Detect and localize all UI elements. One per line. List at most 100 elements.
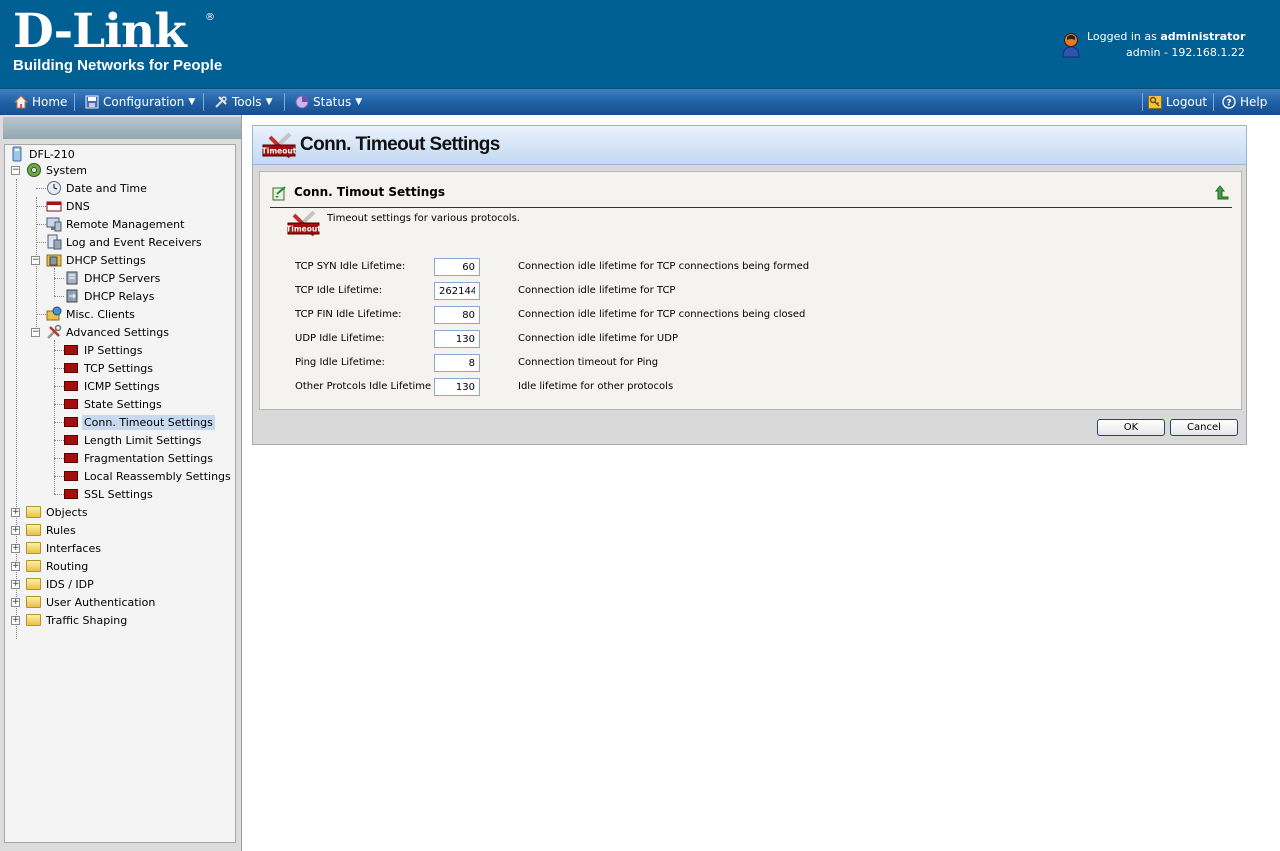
edit-icon (272, 186, 286, 201)
content-body: Conn. Timout Settings Timeout Timeout se… (252, 165, 1247, 445)
menu-status[interactable]: Status ▼ (295, 89, 362, 115)
tree-item-label: DHCP Relays (84, 289, 155, 303)
expand-icon[interactable]: + (11, 526, 20, 535)
panel-description: Timeout settings for various protocols. (327, 213, 520, 224)
tree-item-misc-clients[interactable]: Misc. Clients (46, 305, 137, 323)
tree-item-icmp-settings[interactable]: ICMP Settings (64, 377, 162, 395)
tcp-idle-lifetime-input[interactable] (434, 282, 480, 300)
ping-idle-lifetime-input[interactable] (434, 354, 480, 372)
header: D-Link ® Building Networks for People Lo… (0, 0, 1280, 89)
dlink-logo: D-Link (13, 4, 187, 59)
registered-mark: ® (205, 12, 215, 23)
field-description: Connection timeout for Ping (518, 357, 659, 368)
collapse-icon[interactable]: − (11, 166, 20, 175)
tcp-syn-idle-lifetime-input[interactable] (434, 258, 480, 276)
menu-logout[interactable]: Logout (1148, 89, 1207, 115)
tree-item-dhcp-servers[interactable]: DHCP Servers (64, 269, 162, 287)
tree-item-date-time[interactable]: Date and Time (46, 179, 149, 197)
tree-item-label: Interfaces (46, 541, 101, 555)
expand-icon[interactable]: + (11, 580, 20, 589)
tree-item-user-authentication[interactable]: User Authentication (26, 593, 157, 611)
tree-item-label: Rules (46, 523, 76, 537)
panel-title: Conn. Timout Settings (294, 185, 446, 199)
tree-item-label: DHCP Settings (66, 253, 146, 267)
menu-configuration[interactable]: Configuration ▼ (85, 89, 195, 115)
tree-item-label: Traffic Shaping (46, 613, 128, 627)
tree-item-routing[interactable]: Routing (26, 557, 90, 575)
tree-item-label: Log and Event Receivers (66, 235, 202, 249)
tree-item-label: User Authentication (46, 595, 156, 609)
tree-item-ids-idp[interactable]: IDS / IDP (26, 575, 96, 593)
tree-item-dns[interactable]: DNS (46, 197, 92, 215)
field-label: TCP SYN Idle Lifetime: (295, 261, 406, 272)
menu-tools[interactable]: Tools ▼ (214, 89, 272, 115)
menu-help[interactable]: ? Help (1222, 89, 1267, 115)
tree-item-state-settings[interactable]: State Settings (64, 395, 164, 413)
gear-icon (27, 163, 41, 177)
ids-icon (26, 576, 42, 592)
field-label: TCP Idle Lifetime: (295, 285, 383, 296)
tools-icon (47, 324, 62, 339)
menubar: Home Configuration ▼ Tools ▼ Status ▼ Lo… (0, 89, 1280, 115)
timeout-icon (64, 414, 80, 430)
page-title: Conn. Timeout Settings (300, 134, 500, 155)
tree-item-objects[interactable]: Objects (26, 503, 90, 521)
tree-item-local-reassembly-settings[interactable]: Local Reassembly Settings (64, 467, 233, 485)
tcp-fin-idle-lifetime-input[interactable] (434, 306, 480, 324)
refresh-icon[interactable] (1214, 185, 1230, 201)
tree-item-label: Routing (46, 559, 89, 573)
expand-icon[interactable]: + (11, 616, 20, 625)
tree-item-remote-management[interactable]: Remote Management (46, 215, 186, 233)
tree-item-label: Conn. Timeout Settings (82, 414, 215, 430)
state-settings-icon (64, 396, 80, 412)
tree-item-log-receivers[interactable]: Log and Event Receivers (46, 233, 204, 251)
tree-item-dhcp-settings[interactable]: DHCP Settings (46, 251, 148, 269)
collapse-icon[interactable]: − (31, 256, 40, 265)
tree-item-ip-settings[interactable]: IP Settings (64, 341, 145, 359)
tree-item-label: State Settings (84, 397, 162, 411)
tree-item-system[interactable]: System (26, 161, 89, 179)
other-protocols-idle-lifetime-input[interactable] (434, 378, 480, 396)
tree-item-rules[interactable]: Rules (26, 521, 78, 539)
tree-item-advanced-settings[interactable]: Advanced Settings (46, 323, 171, 341)
tree-item-conn-timeout-settings[interactable]: Conn. Timeout Settings (64, 413, 215, 431)
server-icon (66, 271, 78, 285)
tree-item-ssl-settings[interactable]: SSL Settings (64, 485, 155, 503)
home-icon (14, 95, 28, 109)
tree-item-label: DNS (66, 199, 90, 213)
field-row-ping-idle: Ping Idle Lifetime: Connection timeout f… (295, 354, 1225, 374)
field-row-udp-idle: UDP Idle Lifetime: Connection idle lifet… (295, 330, 1225, 350)
menu-home[interactable]: Home (14, 89, 67, 115)
field-description: Connection idle lifetime for TCP connect… (518, 261, 810, 272)
tree-item-label: ICMP Settings (84, 379, 160, 393)
login-prefix: Logged in as (1087, 30, 1157, 43)
settings-panel: Conn. Timout Settings Timeout Timeout se… (259, 171, 1242, 410)
menu-configuration-label: Configuration (103, 95, 185, 109)
tree-item-label: Objects (46, 505, 88, 519)
tree-item-label: DFL-210 (29, 147, 75, 161)
tree-item-tcp-settings[interactable]: TCP Settings (64, 359, 155, 377)
field-description: Connection idle lifetime for UDP (518, 333, 678, 344)
cancel-button[interactable]: Cancel (1170, 419, 1238, 436)
chevron-down-icon: ▼ (355, 97, 363, 107)
tree-item-length-limit-settings[interactable]: Length Limit Settings (64, 431, 203, 449)
tree-item-traffic-shaping[interactable]: Traffic Shaping (26, 611, 129, 629)
tree-item-interfaces[interactable]: Interfaces (26, 539, 103, 557)
tree-item-fragmentation-settings[interactable]: Fragmentation Settings (64, 449, 215, 467)
expand-icon[interactable]: + (11, 598, 20, 607)
dhcp-icon (46, 254, 62, 267)
reassembly-icon (64, 468, 80, 484)
collapse-icon[interactable]: − (31, 328, 40, 337)
log-icon (47, 234, 62, 250)
tree-item-label: Remote Management (66, 217, 185, 231)
ok-button[interactable]: OK (1097, 419, 1165, 436)
field-row-tcp-idle: TCP Idle Lifetime: Connection idle lifet… (295, 282, 1225, 302)
computer-icon (46, 217, 62, 232)
tree-item-dhcp-relays[interactable]: DHCP Relays (64, 287, 157, 305)
field-label: Other Protcols Idle Lifetime : (295, 381, 438, 392)
expand-icon[interactable]: + (11, 508, 20, 517)
expand-icon[interactable]: + (11, 544, 20, 553)
udp-idle-lifetime-input[interactable] (434, 330, 480, 348)
expand-icon[interactable]: + (11, 562, 20, 571)
tree-item-label: Length Limit Settings (84, 433, 202, 447)
